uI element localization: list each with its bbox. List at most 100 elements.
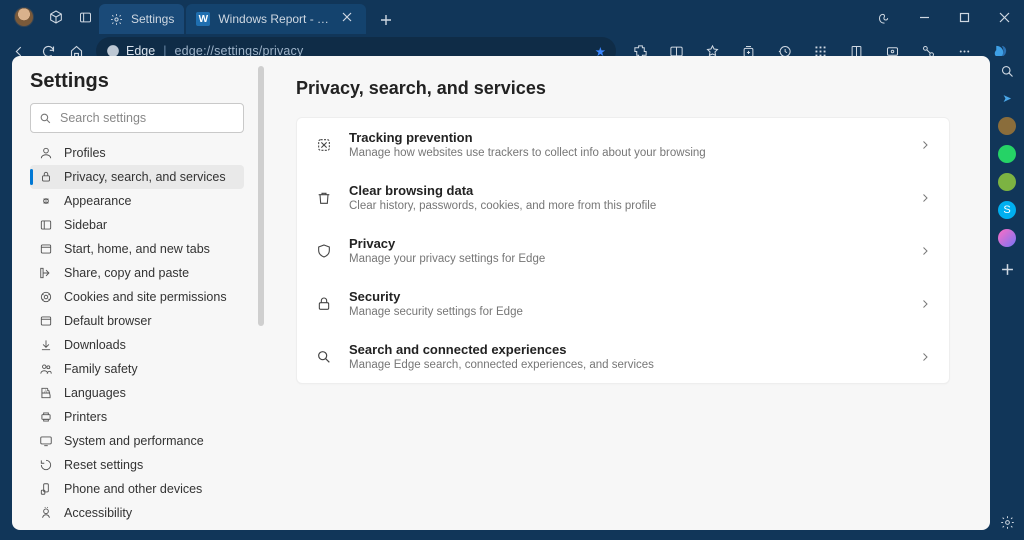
nav-item-about-microsoft-edge[interactable]: About Microsoft Edge xyxy=(30,525,244,530)
row-subtitle: Clear history, passwords, cookies, and m… xyxy=(349,200,903,212)
sidebar-search-icon[interactable] xyxy=(1000,64,1015,79)
tab-label: Windows Report - Your go-to sou xyxy=(218,12,334,26)
chevron-right-icon xyxy=(919,192,931,204)
nav-item-sidebar[interactable]: Sidebar xyxy=(30,213,244,237)
nav-item-icon xyxy=(38,409,54,425)
settings-row-clear-browsing-data[interactable]: Clear browsing data Clear history, passwo… xyxy=(297,171,949,224)
profile-avatar[interactable] xyxy=(14,7,34,27)
settings-favicon xyxy=(109,12,123,26)
nav-item-label: Privacy, search, and services xyxy=(64,170,226,184)
search-settings-input[interactable]: Search settings xyxy=(30,103,244,133)
maximize-button[interactable] xyxy=(944,0,984,34)
page-heading: Privacy, search, and services xyxy=(296,78,950,99)
nav-item-phone-and-other-devices[interactable]: Phone and other devices xyxy=(30,477,244,501)
row-subtitle: Manage your privacy settings for Edge xyxy=(349,253,903,265)
nav-item-label: Phone and other devices xyxy=(64,482,202,496)
nav-item-icon: A xyxy=(38,385,54,401)
settings-row-search-and-connected-experiences[interactable]: Search and connected experiencesManage E… xyxy=(297,330,949,383)
sidebar-app-icon[interactable] xyxy=(998,117,1016,135)
row-icon xyxy=(315,295,333,313)
settings-nav: Profiles Privacy, search, and services App… xyxy=(30,141,244,530)
chevron-right-icon xyxy=(919,351,931,363)
nav-item-label: Appearance xyxy=(64,194,131,208)
tab-label: Settings xyxy=(131,12,174,26)
settings-row-privacy[interactable]: PrivacyManage your privacy settings for … xyxy=(297,224,949,277)
sidebar-messenger-icon[interactable] xyxy=(998,229,1016,247)
nav-item-languages[interactable]: A Languages xyxy=(30,381,244,405)
nav-item-icon xyxy=(38,289,54,305)
page-viewport: Settings Search settings Profiles Privacy… xyxy=(12,56,990,530)
sidebar-scrollbar[interactable] xyxy=(258,66,264,520)
sidebar-telegram-icon[interactable]: ➤ xyxy=(998,89,1016,107)
row-subtitle: Manage security settings for Edge xyxy=(349,306,903,318)
nav-item-icon xyxy=(38,145,54,161)
row-title: Clear browsing data xyxy=(349,183,903,198)
close-window-button[interactable] xyxy=(984,0,1024,34)
nav-item-start-home-and-new-tabs[interactable]: Start, home, and new tabs xyxy=(30,237,244,261)
nav-item-appearance[interactable]: Appearance xyxy=(30,189,244,213)
wr-favicon: W xyxy=(196,12,210,26)
sidebar-skype-icon[interactable]: S xyxy=(998,201,1016,219)
tab-settings[interactable]: Settings xyxy=(99,4,184,34)
row-title: Security xyxy=(349,289,903,304)
nav-item-label: Downloads xyxy=(64,338,126,352)
row-subtitle: Manage how websites use trackers to coll… xyxy=(349,147,903,159)
nav-item-reset-settings[interactable]: Reset settings xyxy=(30,453,244,477)
nav-item-privacy-search-and-services[interactable]: Privacy, search, and services xyxy=(30,165,244,189)
settings-title: Settings xyxy=(30,70,244,93)
nav-item-icon xyxy=(38,361,54,377)
edge-sidebar: ➤ S xyxy=(990,56,1024,540)
search-placeholder: Search settings xyxy=(60,111,146,125)
settings-row-tracking-prevention[interactable]: Tracking prevention Manage how websites u… xyxy=(297,118,949,171)
chevron-right-icon xyxy=(919,139,931,151)
nav-item-label: System and performance xyxy=(64,434,204,448)
nav-item-label: Printers xyxy=(64,410,107,424)
sidebar-android-icon[interactable] xyxy=(998,173,1016,191)
nav-item-icon xyxy=(38,433,54,449)
nav-item-icon xyxy=(38,481,54,497)
nav-item-profiles[interactable]: Profiles xyxy=(30,141,244,165)
extensions-shortcut-icon[interactable] xyxy=(864,0,904,34)
nav-item-system-and-performance[interactable]: System and performance xyxy=(30,429,244,453)
row-icon xyxy=(315,242,333,260)
settings-main: Privacy, search, and services Tracking p… xyxy=(256,56,990,530)
row-subtitle: Manage Edge search, connected experience… xyxy=(349,359,903,371)
nav-item-printers[interactable]: Printers xyxy=(30,405,244,429)
nav-item-family-safety[interactable]: Family safety xyxy=(30,357,244,381)
minimize-button[interactable] xyxy=(904,0,944,34)
new-tab-button[interactable] xyxy=(372,6,400,34)
nav-item-accessibility[interactable]: Accessibility xyxy=(30,501,244,525)
nav-item-label: Sidebar xyxy=(64,218,107,232)
nav-item-share-copy-and-paste[interactable]: Share, copy and paste xyxy=(30,261,244,285)
chevron-right-icon xyxy=(919,298,931,310)
title-bar: Settings W Windows Report - Your go-to s… xyxy=(0,0,1024,34)
settings-row-security[interactable]: Security Manage security settings for Edg… xyxy=(297,277,949,330)
sidebar-settings-icon[interactable] xyxy=(1000,515,1015,530)
nav-item-label: Share, copy and paste xyxy=(64,266,189,280)
row-icon xyxy=(315,348,333,366)
nav-item-label: Languages xyxy=(64,386,126,400)
nav-item-icon xyxy=(38,337,54,353)
workspaces-icon[interactable] xyxy=(48,9,64,25)
nav-item-icon xyxy=(38,265,54,281)
nav-item-cookies-and-site-permissions[interactable]: Cookies and site permissions xyxy=(30,285,244,309)
sidebar-whatsapp-icon[interactable] xyxy=(998,145,1016,163)
tab-windows-report[interactable]: W Windows Report - Your go-to sou xyxy=(186,4,366,34)
row-icon xyxy=(315,136,333,154)
nav-item-label: Profiles xyxy=(64,146,106,160)
row-title: Tracking prevention xyxy=(349,130,903,145)
chevron-right-icon xyxy=(919,245,931,257)
nav-item-label: Cookies and site permissions xyxy=(64,290,227,304)
settings-card: Tracking prevention Manage how websites u… xyxy=(296,117,950,384)
nav-item-downloads[interactable]: Downloads xyxy=(30,333,244,357)
nav-item-icon xyxy=(38,217,54,233)
nav-item-icon xyxy=(38,529,54,530)
nav-item-default-browser[interactable]: Default browser xyxy=(30,309,244,333)
nav-item-label: Reset settings xyxy=(64,458,143,472)
nav-item-icon xyxy=(38,457,54,473)
sidebar-add-icon[interactable] xyxy=(1001,263,1014,276)
tab-actions-icon[interactable] xyxy=(78,10,93,25)
close-tab-icon[interactable] xyxy=(342,12,356,26)
nav-item-label: Family safety xyxy=(64,362,138,376)
row-icon xyxy=(315,189,333,207)
